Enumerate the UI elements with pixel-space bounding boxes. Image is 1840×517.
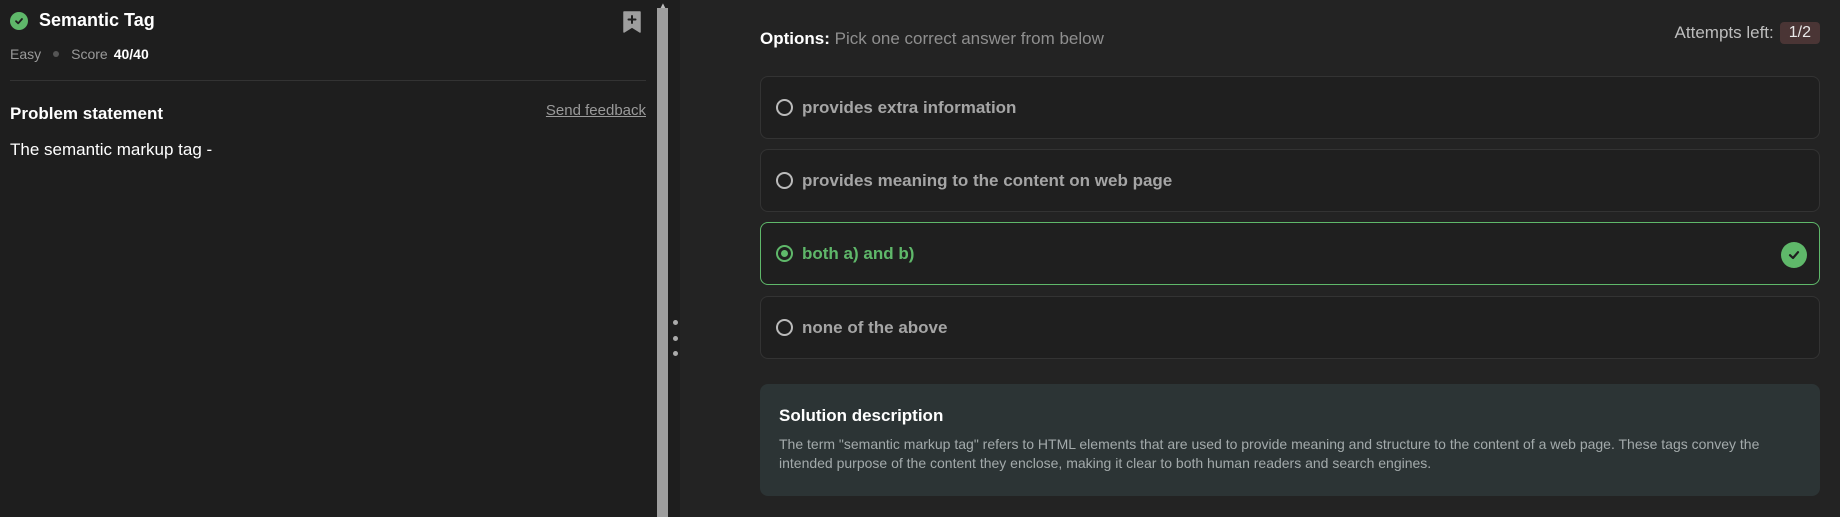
option-text: none of the above [802, 317, 948, 337]
bookmark-add-icon[interactable] [622, 10, 644, 34]
solved-check-icon [10, 11, 28, 30]
option-b[interactable]: provides meaning to the content on web p… [760, 149, 1820, 212]
divider [10, 80, 646, 81]
separator-dot [53, 51, 60, 57]
scroll-up-arrow-icon[interactable]: ▲ [659, 1, 667, 10]
problem-statement-heading: Problem statement [10, 104, 164, 123]
option-d[interactable]: none of the above [760, 296, 1820, 359]
attempts-indicator: Attempts left: 1/2 [1675, 22, 1820, 44]
correct-check-icon [1781, 242, 1807, 268]
options-label: Options: [760, 29, 830, 48]
solution-heading: Solution description [779, 406, 944, 425]
options-hint: Pick one correct answer from below [834, 29, 1104, 48]
left-panel-scrollbar[interactable] [657, 0, 668, 517]
options-header: Options: Pick one correct answer from be… [760, 29, 1104, 49]
difficulty-label: Easy [10, 46, 42, 62]
send-feedback-link[interactable]: Send feedback [546, 102, 646, 119]
attempts-badge: 1/2 [1779, 22, 1820, 44]
problem-title: Semantic Tag [39, 10, 155, 30]
option-text: both a) and b) [802, 243, 915, 263]
problem-meta: Easy Score 40/40 [10, 46, 149, 62]
solution-text: The term "semantic markup tag" refers to… [779, 436, 1760, 471]
score-label: Score [71, 46, 108, 62]
option-c[interactable]: both a) and b) [760, 222, 1820, 285]
problem-title-row: Semantic Tag [10, 10, 155, 31]
option-text: provides extra information [802, 97, 1017, 117]
option-a[interactable]: provides extra information [760, 76, 1820, 139]
score-value: 40/40 [113, 46, 149, 62]
problem-statement-text: The semantic markup tag - [10, 140, 213, 159]
option-text: provides meaning to the content on web p… [802, 170, 1173, 190]
quiz-panel: Options: Pick one correct answer from be… [680, 0, 1840, 517]
attempts-label: Attempts left: [1674, 23, 1774, 42]
drag-handle-icon[interactable] [672, 320, 678, 356]
radio-icon[interactable] [776, 99, 793, 116]
radio-icon[interactable] [776, 172, 793, 189]
problem-panel: Semantic Tag Easy Score 40/40 Problem st… [0, 0, 657, 517]
radio-selected-icon[interactable] [776, 245, 793, 262]
solution-box: Solution description The term "semantic … [760, 384, 1820, 496]
radio-icon[interactable] [776, 319, 793, 336]
